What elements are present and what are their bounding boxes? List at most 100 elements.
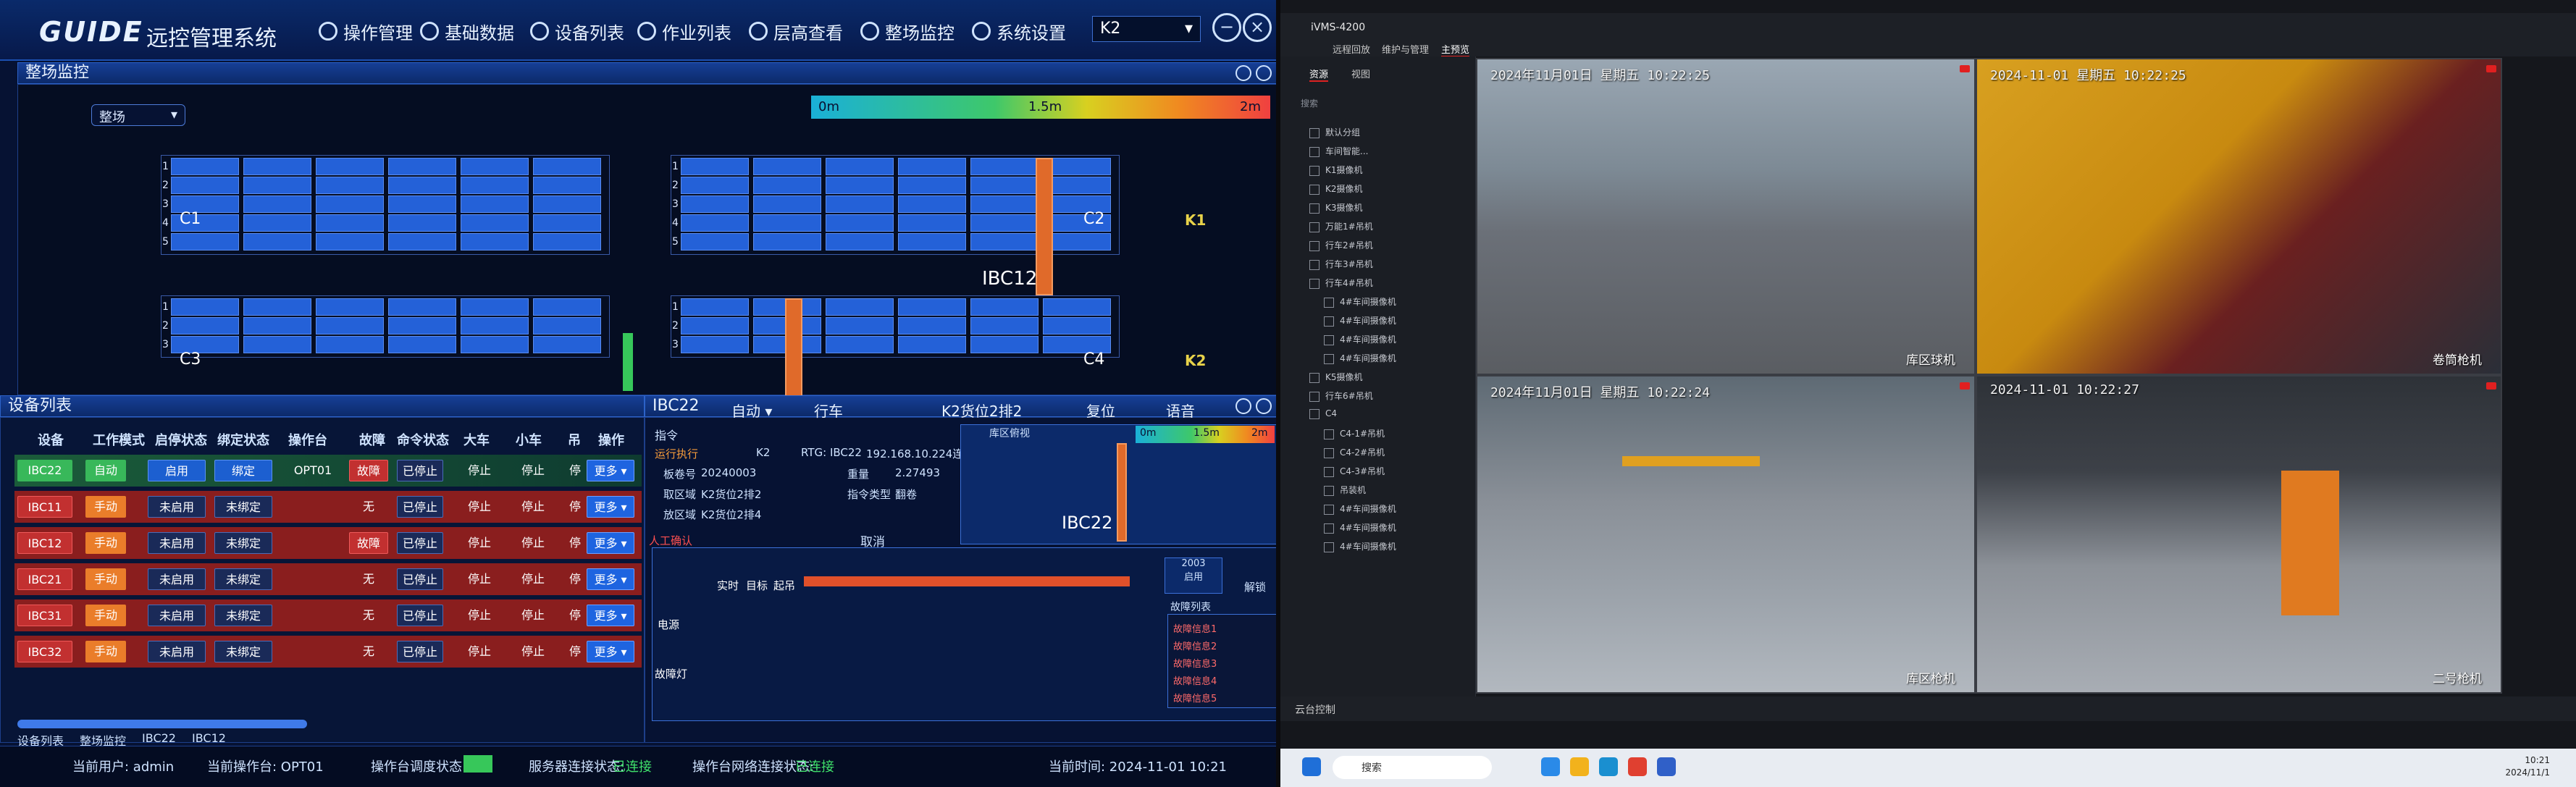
cell-run[interactable]: 未启用 [148,532,206,554]
storage-slot[interactable] [970,317,1039,334]
storage-slot[interactable] [533,214,601,232]
cell-bind[interactable]: 未绑定 [214,532,272,554]
tree-search-input[interactable]: 搜索 [1301,97,1318,109]
storage-slot[interactable] [970,336,1039,353]
cell-op[interactable]: 更多 ▾ [587,605,634,626]
storage-slot[interactable] [171,317,239,334]
menu-jobs[interactable]: 作业列表 [637,19,731,43]
storage-slot[interactable] [1043,158,1111,175]
storage-slot[interactable] [171,298,239,316]
storage-slot[interactable] [753,195,821,213]
cell-mode[interactable]: 手动 [85,496,126,518]
cell-bind[interactable]: 绑定 [214,460,272,481]
crane-marker[interactable] [1036,158,1053,295]
camera-feed[interactable]: 2024-11-01 星期五 10:22:25 卷筒枪机 [1976,58,2502,375]
storage-slot[interactable] [243,158,311,175]
storage-slot[interactable] [243,336,311,353]
storage-slot[interactable] [826,195,894,213]
tree-item[interactable]: 4#车间摄像机 [1324,521,1396,534]
auto-button[interactable]: 自动 ▾ [731,400,772,420]
storage-slot[interactable] [898,195,966,213]
tree-item[interactable]: K5摄像机 [1309,371,1363,383]
storage-slot[interactable] [171,233,239,251]
storage-slot[interactable] [388,158,456,175]
storage-slot[interactable] [898,317,966,334]
storage-slot[interactable] [461,233,529,251]
storage-slot[interactable] [898,233,966,251]
storage-slot[interactable] [388,177,456,194]
storage-slot[interactable] [316,195,384,213]
storage-slot[interactable] [388,195,456,213]
storage-slot[interactable] [171,177,239,194]
storage-slot[interactable] [681,195,749,213]
tree-item[interactable]: 行车6#吊机 [1309,390,1373,402]
storage-slot[interactable] [316,214,384,232]
storage-slot[interactable] [316,336,384,353]
ptz-control[interactable]: 云台控制 [1295,702,1335,717]
storage-slot[interactable] [898,336,966,353]
storage-slot[interactable] [243,177,311,194]
storage-slot[interactable] [461,336,529,353]
tab-views[interactable]: 视图 [1351,67,1370,80]
menu-settings[interactable]: 系统设置 [972,19,1066,43]
cell-mode[interactable]: 自动 [85,460,126,481]
storage-slot[interactable] [388,298,456,316]
cell-mode[interactable]: 手动 [85,568,126,590]
tree-item[interactable]: K1摄像机 [1309,164,1363,176]
storage-slot[interactable] [681,336,749,353]
cell-mode[interactable]: 手动 [85,641,126,662]
storage-slot[interactable] [681,158,749,175]
cell-run[interactable]: 未启用 [148,641,206,662]
storage-slot[interactable] [1043,233,1111,251]
table-row[interactable]: IBC12 手动 未启用 未绑定 故障 已停止 停止 停止 停更多 ▾ [14,527,642,559]
storage-slot[interactable] [316,158,384,175]
voice-button[interactable]: 语音 [1166,400,1195,420]
tree-item[interactable]: 行车3#吊机 [1309,258,1373,270]
close-icon[interactable] [1256,65,1272,81]
cell-run[interactable]: 启用 [148,460,206,481]
cell-bind[interactable]: 未绑定 [214,605,272,626]
edge-icon[interactable] [1599,757,1618,776]
tree-item[interactable]: 4#车间摄像机 [1324,540,1396,552]
location-button[interactable]: K2货位2排2 [941,400,1022,420]
crane-marker[interactable] [785,298,802,397]
storage-slot[interactable] [681,177,749,194]
tree-item[interactable]: 4#车间摄像机 [1324,314,1396,327]
storage-slot[interactable] [898,298,966,316]
storage-slot[interactable] [461,298,529,316]
storage-slot[interactable] [388,233,456,251]
cell-run[interactable]: 未启用 [148,605,206,626]
storage-slot[interactable] [316,317,384,334]
table-row[interactable]: IBC11 手动 未启用 未绑定 无 已停止 停止 停止 停更多 ▾ [14,491,642,523]
tree-item[interactable]: 4#车间摄像机 [1324,502,1396,515]
storage-slot[interactable] [243,317,311,334]
storage-slot[interactable] [1043,298,1111,316]
app-icon[interactable] [1628,757,1647,776]
taskbar-search[interactable]: 搜索 [1333,756,1492,779]
storage-slot[interactable] [681,233,749,251]
cell-mode[interactable]: 手动 [85,532,126,554]
storage-slot[interactable] [388,214,456,232]
storage-slot[interactable] [753,233,821,251]
tree-item[interactable]: 4#车间摄像机 [1324,352,1396,364]
tree-item[interactable]: 万能1#吊机 [1309,220,1373,232]
storage-slot[interactable] [1043,317,1111,334]
storage-slot[interactable] [1043,177,1111,194]
tree-item[interactable]: C4-2#吊机 [1324,446,1385,458]
tree-item[interactable]: K2摄像机 [1309,182,1363,195]
tab-main-preview[interactable]: 主预览 [1441,42,1470,57]
storage-slot[interactable] [898,158,966,175]
storage-slot[interactable] [316,177,384,194]
storage-slot[interactable] [533,298,601,316]
storage-slot[interactable] [970,195,1039,213]
storage-slot[interactable] [461,214,529,232]
tree-item[interactable]: 默认分组 [1309,126,1360,138]
area-select[interactable]: K2 ▾ [1092,16,1201,42]
storage-slot[interactable] [533,233,601,251]
storage-slot[interactable] [970,158,1039,175]
storage-slot[interactable] [681,214,749,232]
storage-slot[interactable] [681,298,749,316]
cell-run[interactable]: 未启用 [148,496,206,518]
storage-slot[interactable] [316,298,384,316]
close-icon[interactable]: × [1243,13,1272,42]
